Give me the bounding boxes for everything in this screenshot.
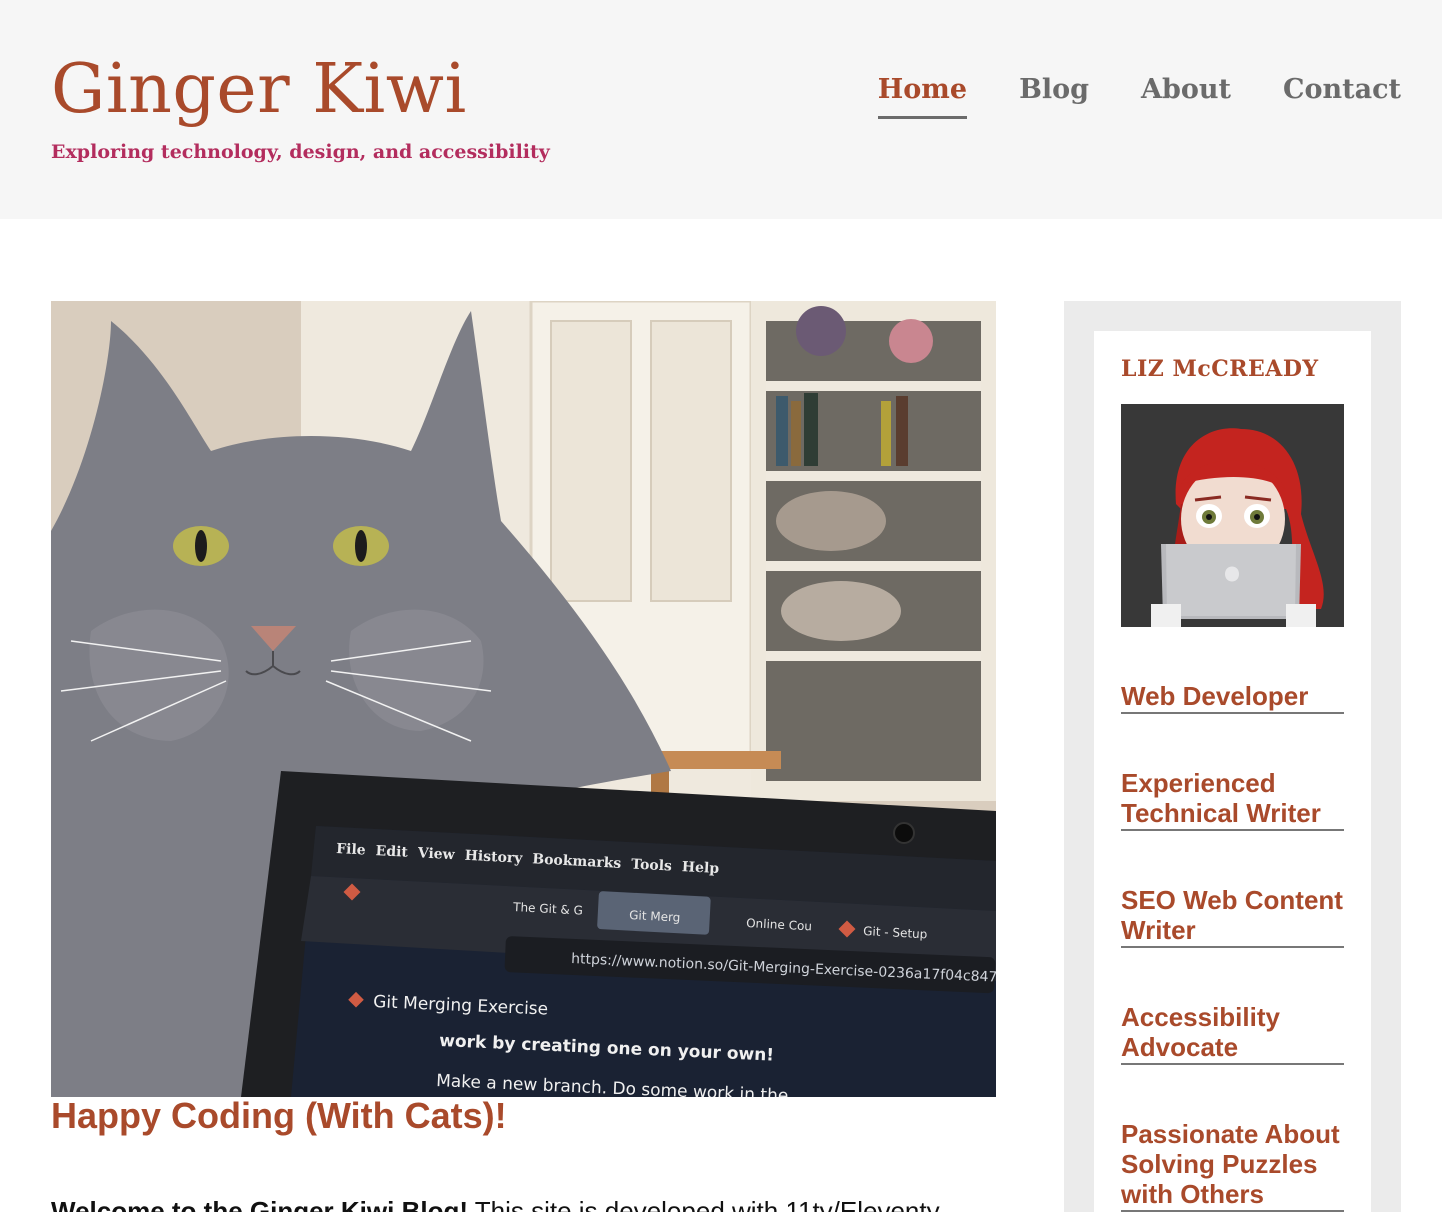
author-name: LIZ McCREADY [1121, 356, 1319, 382]
hero-image-cat-with-laptop: File Edit View History Bookmarks Tools Help Th… [51, 301, 996, 1097]
site-title[interactable]: Ginger Kiwi [51, 50, 467, 130]
hero-photo: File Edit View History Bookmarks Tools Help Th… [51, 301, 996, 1097]
author-card: LIZ McCREADY Web Developer Experienced T… [1094, 331, 1371, 1212]
role-link-web-developer[interactable]: Web Developer [1121, 681, 1344, 714]
main-nav: Home Blog About Contact [877, 72, 1401, 119]
role-link-accessibility-advocate[interactable]: Accessibility Advocate [1121, 1002, 1344, 1065]
sidebar: LIZ McCREADY Web Developer Experienced T… [1064, 301, 1401, 1212]
role-list: Web Developer Experienced Technical Writ… [1121, 681, 1344, 1212]
nav-blog[interactable]: Blog [1019, 72, 1089, 119]
post-title[interactable]: Happy Coding (With Cats)! [51, 1095, 507, 1137]
role-link-solving-puzzles[interactable]: Passionate About Solving Puzzles with Ot… [1121, 1119, 1344, 1212]
post-intro-text: This site is developed with 11ty/Elevent… [468, 1196, 940, 1212]
post-intro: Welcome to the Ginger Kiwi Blog! This si… [51, 1196, 981, 1212]
browser-tab-2: Git Merg [629, 908, 681, 925]
post-intro-bold: Welcome to the Ginger Kiwi Blog! [51, 1196, 468, 1212]
author-avatar [1121, 404, 1344, 627]
nav-home[interactable]: Home [877, 72, 968, 119]
nav-about[interactable]: About [1141, 72, 1231, 119]
role-link-technical-writer[interactable]: Experienced Technical Writer [1121, 768, 1344, 831]
memoji-avatar-icon [1121, 404, 1344, 627]
role-link-seo-writer[interactable]: SEO Web Content Writer [1121, 885, 1344, 948]
site-header: Ginger Kiwi Exploring technology, design… [0, 0, 1442, 219]
nav-contact[interactable]: Contact [1283, 72, 1401, 119]
site-tagline: Exploring technology, design, and access… [51, 141, 550, 163]
